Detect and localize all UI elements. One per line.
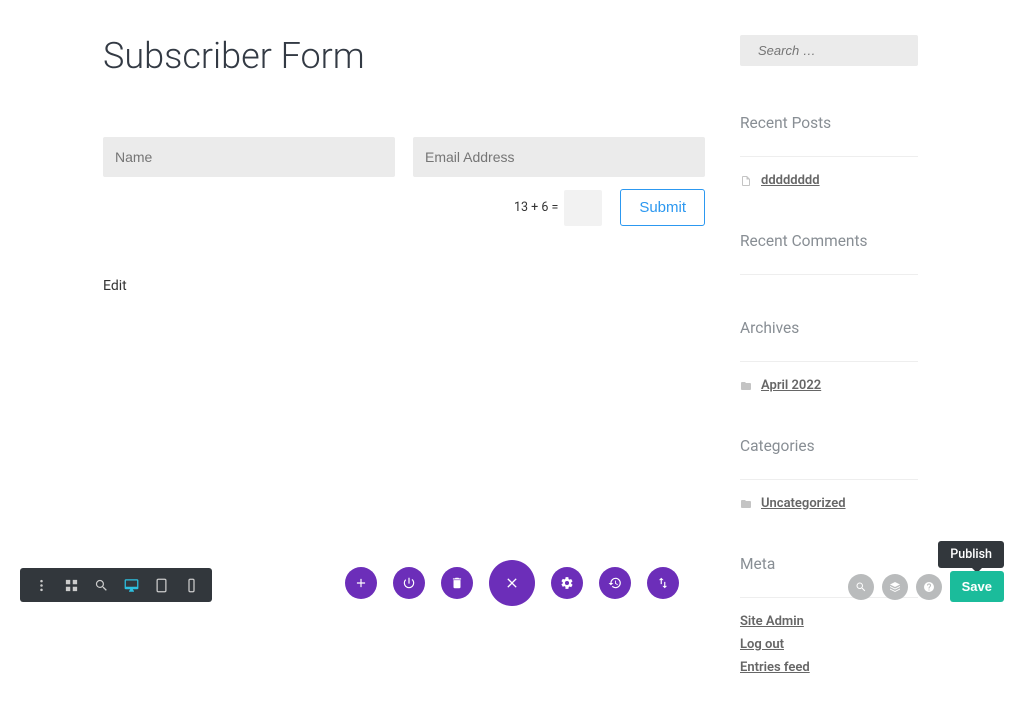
swap-button[interactable] [647, 567, 679, 599]
save-button[interactable]: Save [950, 571, 1004, 602]
divider [740, 361, 918, 362]
archives-title: Archives [740, 319, 918, 337]
more-options-button[interactable] [26, 573, 56, 597]
categories-title: Categories [740, 437, 918, 455]
builder-right-toolbar: Save [848, 571, 1004, 602]
find-button[interactable] [848, 574, 874, 600]
history-button[interactable] [599, 567, 631, 599]
document-icon [740, 175, 752, 187]
layers-button[interactable] [882, 574, 908, 600]
archive-item[interactable]: April 2022 [740, 378, 918, 393]
wireframe-view-button[interactable] [56, 573, 86, 597]
divider [740, 156, 918, 157]
delete-button[interactable] [441, 567, 473, 599]
edit-link[interactable]: Edit [103, 278, 705, 294]
divider [740, 274, 918, 275]
archive-link[interactable]: April 2022 [761, 378, 821, 393]
power-button[interactable] [393, 567, 425, 599]
captcha-question: 13 + 6 = [514, 200, 558, 215]
recent-comments-title: Recent Comments [740, 232, 918, 250]
submit-button[interactable]: Submit [620, 189, 705, 226]
builder-view-toolbar [20, 568, 212, 602]
folder-icon [740, 498, 752, 510]
captcha-input[interactable] [564, 190, 602, 226]
add-button[interactable] [345, 567, 377, 599]
phone-view-button[interactable] [176, 573, 206, 597]
recent-post-item[interactable]: dddddddd [740, 173, 918, 188]
desktop-view-button[interactable] [116, 573, 146, 597]
search-box[interactable] [740, 35, 918, 66]
meta-link-entries-feed[interactable]: Entries feed [740, 660, 918, 675]
help-button[interactable] [916, 574, 942, 600]
page-title: Subscriber Form [103, 35, 705, 77]
close-builder-button[interactable] [489, 560, 535, 606]
email-input[interactable] [413, 137, 705, 177]
divider [740, 479, 918, 480]
zoom-button[interactable] [86, 573, 116, 597]
builder-action-toolbar [345, 560, 679, 606]
meta-link-log-out[interactable]: Log out [740, 637, 918, 652]
tablet-view-button[interactable] [146, 573, 176, 597]
category-item[interactable]: Uncategorized [740, 496, 918, 511]
settings-button[interactable] [551, 567, 583, 599]
folder-icon [740, 380, 752, 392]
recent-post-link[interactable]: dddddddd [761, 173, 820, 188]
search-input[interactable] [758, 43, 936, 58]
meta-link-site-admin[interactable]: Site Admin [740, 614, 918, 629]
name-input[interactable] [103, 137, 395, 177]
publish-tooltip: Publish [938, 541, 1004, 568]
recent-posts-title: Recent Posts [740, 114, 918, 132]
category-link[interactable]: Uncategorized [761, 496, 846, 511]
